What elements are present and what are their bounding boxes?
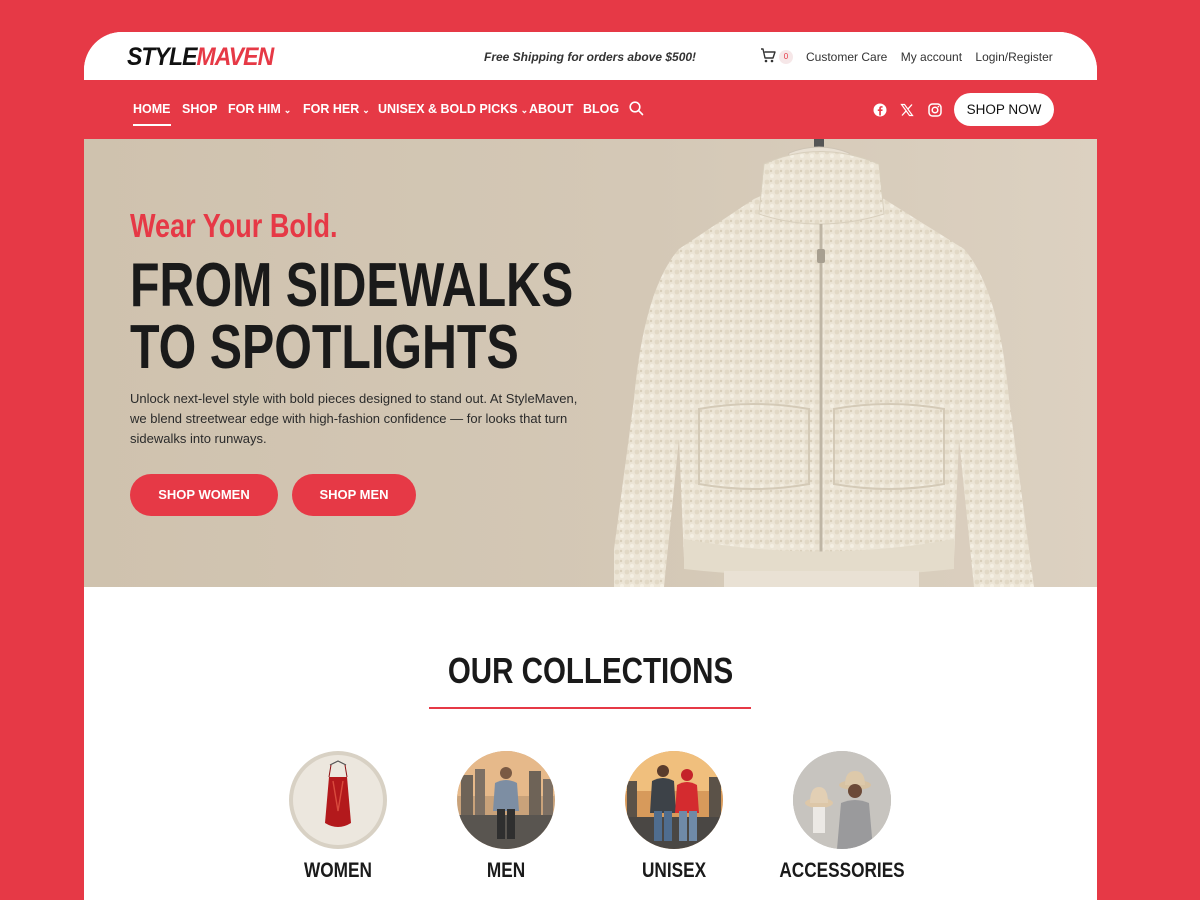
hero-title: FROM SIDEWALKS TO SPOTLIGHTS xyxy=(130,255,573,379)
unisex-collection-image xyxy=(625,751,723,849)
instagram-icon[interactable] xyxy=(927,102,943,118)
hero-tagline: Wear Your Bold. xyxy=(130,207,338,244)
top-links: Customer Care My account Login/Register xyxy=(806,50,1063,64)
hero-title-line-1: FROM SIDEWALKS xyxy=(130,251,574,320)
collection-label: WOMEN xyxy=(304,859,372,882)
nav-item-about[interactable]: ABOUT xyxy=(529,102,573,116)
main-nav: HOME SHOP FOR HIM ⌄ FOR HER ⌄ UNISEX & BOL… xyxy=(84,80,1097,139)
my-account-link[interactable]: My account xyxy=(901,50,962,64)
collection-label: UNISEX xyxy=(641,859,707,882)
nav-item-label: FOR HER xyxy=(303,102,360,116)
chevron-down-icon: ⌄ xyxy=(283,105,292,115)
collections-divider xyxy=(429,707,751,709)
browser-frame: STYLEMAVEN Free Shipping for orders abov… xyxy=(84,32,1097,900)
collection-label: ACCESSORIES xyxy=(779,859,905,882)
nav-item-label: FOR HIM xyxy=(228,102,281,116)
search-icon[interactable] xyxy=(629,101,644,116)
login-register-link[interactable]: Login/Register xyxy=(975,50,1052,64)
collections-title: OUR COLLECTIONS xyxy=(447,650,734,691)
nav-item-label: HOME xyxy=(133,102,171,116)
hero-description: Unlock next-level style with bold pieces… xyxy=(130,391,578,446)
brand-logo-part2: MAVEN xyxy=(196,43,275,71)
collection-accessories[interactable]: ACCESSORIES xyxy=(779,751,905,882)
brand-logo[interactable]: STYLEMAVEN xyxy=(127,43,275,72)
nav-item-label: SHOP xyxy=(182,102,218,116)
cart-icon xyxy=(761,48,776,63)
hero-jacket-image xyxy=(614,139,1034,587)
nav-item-label: BLOG xyxy=(583,102,620,116)
nav-item-label: UNISEX & BOLD PICKS xyxy=(378,102,518,116)
accessories-collection-image xyxy=(793,751,891,849)
nav-item-unisex[interactable]: UNISEX & BOLD PICKS ⌄ xyxy=(378,102,528,116)
nav-item-for-him[interactable]: FOR HIM ⌄ xyxy=(228,102,291,116)
cart-button[interactable]: 0 xyxy=(760,47,794,67)
nav-item-blog[interactable]: BLOG xyxy=(583,102,619,116)
nav-item-home[interactable]: HOME xyxy=(133,102,171,126)
top-bar: STYLEMAVEN Free Shipping for orders abov… xyxy=(84,32,1097,80)
collection-women[interactable]: WOMEN xyxy=(289,751,387,882)
chevron-down-icon: ⌄ xyxy=(362,105,370,115)
facebook-icon[interactable] xyxy=(872,102,888,118)
customer-care-link[interactable]: Customer Care xyxy=(806,50,887,64)
nav-item-label: ABOUT xyxy=(529,102,574,116)
shop-now-button[interactable]: SHOP NOW xyxy=(954,93,1054,126)
brand-logo-part1: STYLE xyxy=(127,43,197,71)
collection-men[interactable]: MEN xyxy=(457,751,555,882)
shop-women-button[interactable]: SHOP WOMEN xyxy=(130,474,278,516)
free-shipping-notice: Free Shipping for orders above $500! xyxy=(484,50,697,64)
hero-banner: Wear Your Bold. FROM SIDEWALKS TO SPOTLI… xyxy=(84,139,1097,587)
shop-men-button[interactable]: SHOP MEN xyxy=(292,474,416,516)
chevron-down-icon: ⌄ xyxy=(520,105,529,115)
collection-label: MEN xyxy=(486,859,526,882)
x-icon[interactable] xyxy=(899,102,915,118)
cart-count-badge: 0 xyxy=(779,50,793,64)
nav-item-shop[interactable]: SHOP xyxy=(182,102,217,116)
collection-unisex[interactable]: UNISEX xyxy=(625,751,723,882)
hero-title-line-2: TO SPOTLIGHTS xyxy=(130,313,519,382)
men-collection-image xyxy=(457,751,555,849)
women-collection-image xyxy=(289,751,387,849)
nav-item-for-her[interactable]: FOR HER ⌄ xyxy=(303,102,370,116)
